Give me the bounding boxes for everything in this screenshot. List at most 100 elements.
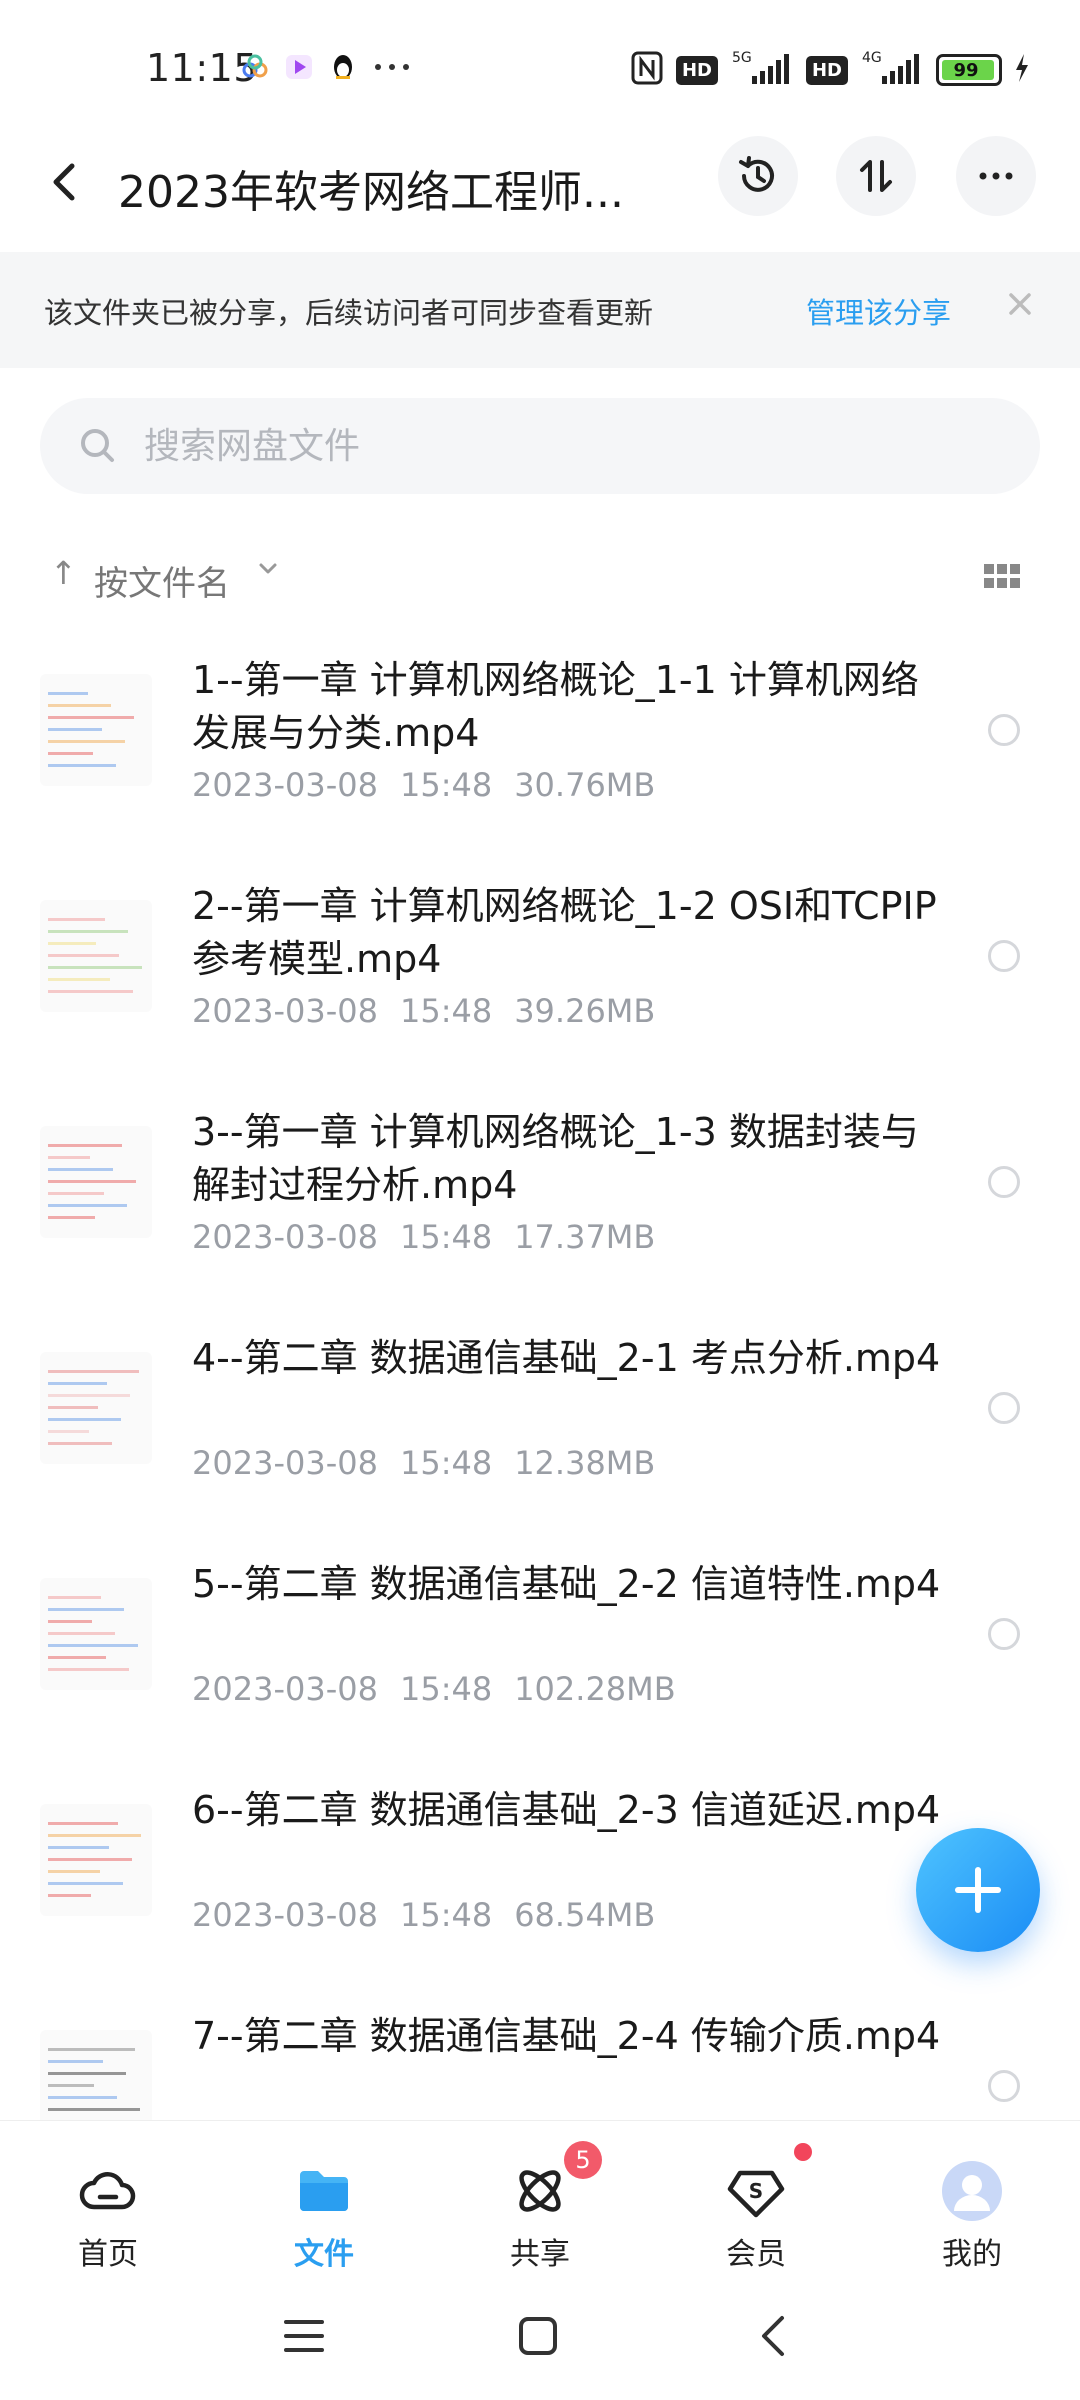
file-name: 1--第一章 计算机网络概论_1-1 计算机网络发展与分类.mp4 xyxy=(192,658,919,755)
folder-icon xyxy=(292,2159,356,2223)
file-row[interactable]: 4--第二章 数据通信基础_2-1 考点分析.mp4 2023-03-08 15:4… xyxy=(0,1304,1080,1530)
nav-share-label: 共享 xyxy=(510,2237,570,2272)
search-input[interactable] xyxy=(144,418,944,474)
select-checkbox[interactable] xyxy=(988,1392,1020,1424)
status-notification-icons xyxy=(240,52,409,82)
select-checkbox[interactable] xyxy=(988,1166,1020,1198)
nav-files-label: 文件 xyxy=(294,2237,354,2272)
home-button[interactable] xyxy=(516,2314,560,2362)
nav-home-label: 首页 xyxy=(78,2237,138,2272)
svg-text:4G: 4G xyxy=(862,50,882,66)
video-thumbnail xyxy=(40,2030,152,2120)
top-app-bar: 2023年软考网络工程师... xyxy=(0,130,1080,250)
app-notification-icon xyxy=(240,52,270,82)
square-icon xyxy=(519,2317,557,2355)
file-size: 12.38MB xyxy=(514,1444,656,1482)
vip-dot-badge xyxy=(794,2143,812,2161)
hd-badge-2: HD xyxy=(805,55,848,85)
nav-files[interactable]: 文件 xyxy=(216,2121,432,2272)
grid-view-icon[interactable] xyxy=(984,564,1020,588)
share-badge: 5 xyxy=(564,2141,602,2179)
file-row[interactable]: 6--第二章 数据通信基础_2-3 信道延迟.mp4 2023-03-08 15:4… xyxy=(0,1756,1080,1982)
video-thumbnail xyxy=(40,1804,152,1916)
file-meta: 2023-03-08 15:48 39.26MB xyxy=(192,992,677,1030)
file-row[interactable]: 3--第一章 计算机网络概论_1-3 数据封装与解封过程分析.mp4 2023-0… xyxy=(0,1078,1080,1304)
file-meta: 2023-03-08 15:48 68.54MB xyxy=(192,1896,677,1934)
battery-icon: 99 xyxy=(936,54,1002,86)
signal-5g-icon: 5G xyxy=(730,48,794,92)
chevron-down-icon xyxy=(256,556,280,586)
search-bar[interactable] xyxy=(40,398,1040,494)
file-size: 30.76MB xyxy=(514,766,656,804)
more-button[interactable] xyxy=(956,136,1036,216)
file-meta: 2023-03-08 15:48 102.28MB xyxy=(192,1670,698,1708)
file-size: 68.54MB xyxy=(514,1896,656,1934)
recent-apps-button[interactable] xyxy=(282,2314,326,2362)
video-thumbnail xyxy=(40,1352,152,1464)
close-icon xyxy=(1009,293,1031,315)
nav-me[interactable]: 我的 xyxy=(864,2121,1080,2272)
file-date: 2023-03-08 xyxy=(192,992,378,1030)
file-size: 17.37MB xyxy=(514,1218,656,1256)
back-icon xyxy=(53,163,75,201)
file-date: 2023-03-08 xyxy=(192,1218,378,1256)
file-meta: 2023-03-08 15:48 17.37MB xyxy=(192,1218,677,1256)
battery-level: 99 xyxy=(953,59,979,81)
file-time: 15:48 xyxy=(399,1896,493,1934)
back-button[interactable] xyxy=(36,152,96,212)
sort-label: 按文件名 xyxy=(94,564,230,604)
nav-home[interactable]: 首页 xyxy=(0,2121,216,2272)
file-date: 2023-03-08 xyxy=(192,1670,378,1708)
svg-text:S: S xyxy=(749,2179,763,2203)
file-time: 15:48 xyxy=(399,1444,493,1482)
sort-swap-button[interactable] xyxy=(836,136,916,216)
page-title: 2023年软考网络工程师... xyxy=(118,167,624,218)
nav-share[interactable]: 5 共享 xyxy=(432,2121,648,2272)
file-date: 2023-03-08 xyxy=(192,1896,378,1934)
sort-bar: ↑ 按文件名 xyxy=(0,548,1080,608)
manage-share-link[interactable]: 管理该分享 xyxy=(806,290,951,332)
signal-4g-icon: 4G xyxy=(860,48,924,92)
system-back-button[interactable] xyxy=(752,2314,796,2362)
nav-vip[interactable]: S 会员 xyxy=(648,2121,864,2272)
sort-swap-icon xyxy=(860,160,892,192)
select-checkbox[interactable] xyxy=(988,714,1020,746)
file-date: 2023-03-08 xyxy=(192,766,378,804)
add-button[interactable] xyxy=(916,1828,1040,1952)
charging-icon xyxy=(1014,53,1030,87)
nav-me-label: 我的 xyxy=(942,2237,1002,2272)
file-row[interactable]: 5--第二章 数据通信基础_2-2 信道特性.mp4 2023-03-08 15:4… xyxy=(0,1530,1080,1756)
file-time: 15:48 xyxy=(399,1670,493,1708)
select-checkbox[interactable] xyxy=(988,2070,1020,2102)
file-date: 2023-03-08 xyxy=(192,1444,378,1482)
file-row[interactable]: 2--第一章 计算机网络概论_1-2 OSI和TCPIP参考模型.mp4 2023… xyxy=(0,852,1080,1078)
cloud-home-icon xyxy=(76,2159,140,2223)
back-arrow-icon xyxy=(762,2316,784,2356)
file-row[interactable]: 7--第二章 数据通信基础_2-4 传输介质.mp4 xyxy=(0,1982,1080,2120)
video-thumbnail xyxy=(40,674,152,786)
menu-icon xyxy=(284,2320,324,2352)
more-notifications-icon xyxy=(372,52,409,82)
avatar-icon xyxy=(940,2159,1004,2223)
share-notice-text: 该文件夹已被分享，后续访问者可同步查看更新 xyxy=(44,296,654,330)
history-icon xyxy=(739,156,774,192)
video-app-icon xyxy=(284,52,314,82)
hd-badge: HD xyxy=(675,55,718,85)
nav-vip-label: 会员 xyxy=(726,2237,786,2272)
system-navigation-bar xyxy=(0,2270,1080,2400)
close-banner-button[interactable] xyxy=(1002,286,1038,331)
file-name: 2--第一章 计算机网络概论_1-2 OSI和TCPIP参考模型.mp4 xyxy=(192,884,937,981)
video-thumbnail xyxy=(40,1578,152,1690)
select-checkbox[interactable] xyxy=(988,940,1020,972)
file-row[interactable]: 1--第一章 计算机网络概论_1-1 计算机网络发展与分类.mp4 2023-03… xyxy=(0,626,1080,852)
file-time: 15:48 xyxy=(399,766,493,804)
file-size: 102.28MB xyxy=(514,1670,676,1708)
nfc-icon xyxy=(630,50,664,90)
sort-direction-icon: ↑ xyxy=(50,554,77,592)
video-thumbnail xyxy=(40,900,152,1012)
file-size: 39.26MB xyxy=(514,992,656,1030)
history-button[interactable] xyxy=(718,136,798,216)
file-meta: 2023-03-08 15:48 12.38MB xyxy=(192,1444,677,1482)
select-checkbox[interactable] xyxy=(988,1618,1020,1650)
file-name: 4--第二章 数据通信基础_2-1 考点分析.mp4 xyxy=(192,1336,941,1380)
